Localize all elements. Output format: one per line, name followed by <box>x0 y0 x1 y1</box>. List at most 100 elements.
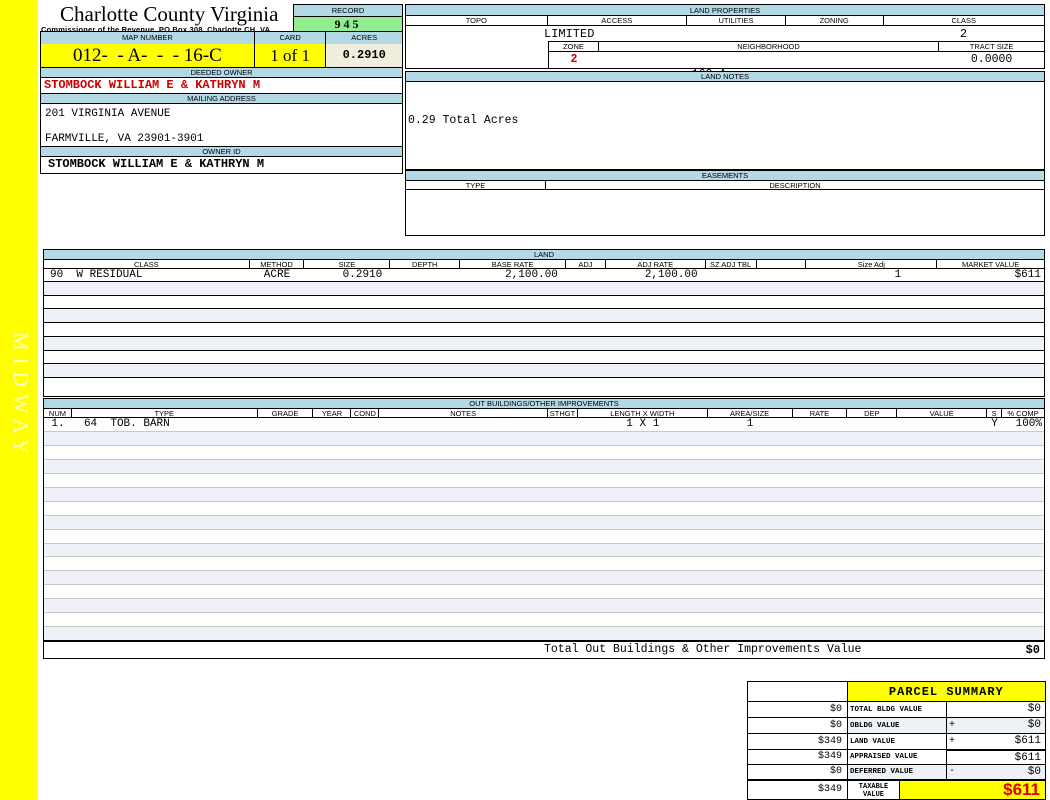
access-header: ACCESS <box>547 16 688 25</box>
empty-row <box>44 627 1044 641</box>
land-value-left: $349 <box>748 734 848 749</box>
neighborhood-side-strip: MIDWAY <box>0 0 38 800</box>
land-value-amount-cell: + $611 <box>947 734 1045 749</box>
land-empty-rows <box>44 282 1044 378</box>
land-notes-body: 0.29 Total Acres <box>405 82 1045 170</box>
empty-row <box>44 515 1044 530</box>
land-market-value-header: MARKET VALUE <box>937 260 1044 268</box>
deferred-label: DEFERRED VALUE <box>848 765 947 779</box>
card-value: 1 of 1 <box>254 44 327 67</box>
tract-size-header: TRACT SIZE <box>939 42 1044 51</box>
deferred-op: - <box>949 766 956 777</box>
record-label: RECORD <box>294 5 402 17</box>
empty-row <box>44 459 1044 474</box>
parcel-summary: PARCEL SUMMARY $0 TOTAL BLDG VALUE $0 $0… <box>747 681 1046 800</box>
ob-grade-value <box>258 418 314 431</box>
zone-value: 2 <box>570 53 578 66</box>
ob-rate-value <box>793 418 848 431</box>
empty-row <box>44 599 1044 614</box>
class-header: CLASS <box>883 16 1044 25</box>
easement-type-header: TYPE <box>406 181 546 190</box>
land-properties-title: LAND PROPERTIES <box>406 5 1044 16</box>
owner-id-label: OWNER ID <box>41 147 402 157</box>
out-buildings-headers: NUM TYPE GRADE YEAR COND NOTES STHGT LEN… <box>44 409 1044 418</box>
topo-header: TOPO <box>406 16 548 25</box>
land-properties-block: LAND PROPERTIES TOPO ACCESS UTILITIES ZO… <box>405 4 1045 96</box>
total-bldg-amount: $0 <box>1027 703 1041 715</box>
acres-value: 0.2910 <box>326 44 402 67</box>
obldg-op: + <box>949 720 956 731</box>
land-depth-value <box>390 269 460 281</box>
ob-type-value: 64 TOB. BARN <box>83 418 170 430</box>
obldg-value-row: $0 OBLDG VALUE + $0 <box>748 718 1045 734</box>
taxable-left: $349 <box>748 781 848 799</box>
empty-row <box>44 282 1044 296</box>
easements-body <box>405 190 1045 236</box>
record-box: RECORD 945 <box>293 4 403 32</box>
deferred-value-row: $0 DEFERRED VALUE - $0 <box>748 765 1045 780</box>
appraised-amount: $611 <box>1014 752 1041 764</box>
land-properties-headers: TOPO ACCESS UTILITIES ZONING CLASS <box>406 16 1044 26</box>
zone-values: 2 160 A Midway 0.0000 <box>549 52 1044 96</box>
ob-notes-header: NOTES <box>379 409 548 417</box>
ob-dep-header: DEP <box>847 409 898 417</box>
empty-row <box>44 296 1044 310</box>
land-base-rate-value: 2,100.00 <box>505 269 558 281</box>
land-table-title: LAND <box>44 250 1044 260</box>
total-bldg-amount-cell: $0 <box>947 702 1045 717</box>
empty-row <box>44 446 1044 460</box>
address-line-2: FARMVILLE, VA 23901-3901 <box>45 133 204 145</box>
parcel-summary-header-row: PARCEL SUMMARY <box>748 682 1045 702</box>
record-value: 945 <box>294 17 402 31</box>
obldg-amount: $0 <box>1027 719 1041 731</box>
empty-row <box>44 543 1044 558</box>
map-number-value: 012- - A- - - 16-C <box>41 44 255 67</box>
ob-sthgt-value <box>548 418 578 431</box>
ob-type-header: TYPE <box>71 409 258 417</box>
total-bldg-value-row: $0 TOTAL BLDG VALUE $0 <box>748 702 1045 718</box>
owner-id-value: STOMBOCK WILLIAM E & KATHRYN M <box>48 157 265 171</box>
empty-row <box>44 571 1044 586</box>
ob-dep-value <box>847 418 897 431</box>
deferred-left: $0 <box>748 765 848 779</box>
map-number-label: MAP NUMBER <box>41 32 255 44</box>
out-buildings-empty-rows <box>44 432 1044 641</box>
easements-headers: TYPE DESCRIPTION <box>405 181 1045 190</box>
land-properties-values: LIMITED 2 ZONE NEIGHBORHOOD TRACT SIZE 2… <box>406 26 1044 96</box>
empty-row <box>44 613 1044 628</box>
appraised-left: $349 <box>748 750 848 764</box>
ob-length-width-header: LENGTH X WIDTH <box>577 409 708 417</box>
land-class-header: CLASS <box>44 260 250 268</box>
neighborhood-vertical-label: MIDWAY <box>9 332 33 461</box>
parcel-summary-header-left-cell <box>748 682 848 701</box>
address-line-1: 201 VIRGINIA AVENUE <box>45 108 171 120</box>
empty-row <box>44 530 1044 544</box>
ob-grade-header: GRADE <box>257 409 314 417</box>
easements-title: EASEMENTS <box>405 170 1045 181</box>
land-table-headers: CLASS METHOD SIZE DEPTH BASE RATE ADJ AD… <box>44 260 1044 269</box>
land-value-op: + <box>949 736 956 747</box>
empty-row <box>44 502 1044 516</box>
ob-s-header: S <box>987 409 1003 417</box>
ob-value-header: VALUE <box>897 409 988 417</box>
empty-row <box>44 487 1044 502</box>
ob-area-size-value: 1 <box>746 418 754 430</box>
land-notes-title: LAND NOTES <box>405 71 1045 82</box>
property-record-card: MIDWAY Charlotte County Virginia Commiss… <box>0 0 1050 800</box>
deferred-amount: $0 <box>1027 766 1041 778</box>
ob-cond-header: COND <box>351 409 380 417</box>
deeded-owner-label: DEEDED OWNER <box>41 68 402 78</box>
land-notes-block: LAND NOTES 0.29 Total Acres <box>405 71 1045 170</box>
land-adj-rate-value: 2,100.00 <box>644 269 698 281</box>
land-method-value: ACRE <box>263 269 291 281</box>
identity-column-headers: MAP NUMBER CARD ACRES <box>41 32 402 44</box>
land-size-header: SIZE <box>304 260 391 268</box>
ob-s-value: Y <box>991 418 998 430</box>
land-market-value: $611 <box>1014 269 1041 281</box>
taxable-value-row: $349 TAXABLE VALUE $611 <box>748 780 1045 799</box>
out-buildings-table: OUT BUILDINGS/OTHER IMPROVEMENTS NUM TYP… <box>43 398 1045 641</box>
county-title: Charlotte County Virginia <box>60 2 279 26</box>
land-sz-adj-tbl-value <box>706 269 757 281</box>
obldg-amount-cell: + $0 <box>947 718 1045 733</box>
utilities-header: UTILITIES <box>687 16 786 25</box>
